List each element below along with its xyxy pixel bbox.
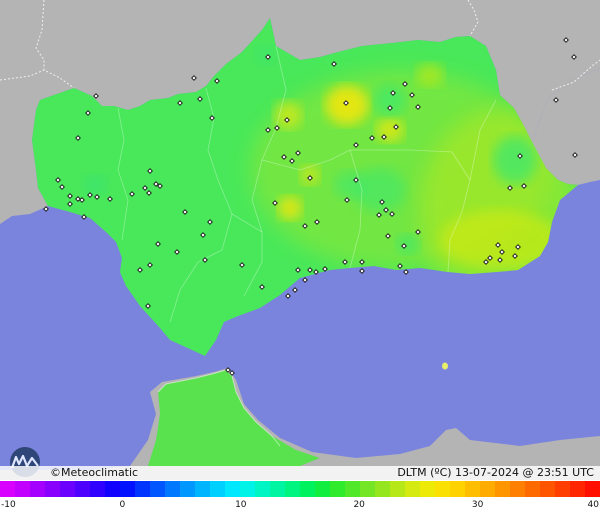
scale-color-cell [570, 481, 585, 497]
scale-color-cell [210, 481, 225, 497]
scale-tick-label: -10 [1, 500, 16, 510]
alboran-island [442, 362, 448, 370]
map-caption: DLTM (ºC) 13-07-2024 @ 23:51 UTC [397, 466, 594, 479]
scale-color-cell [465, 481, 480, 497]
scale-tick-label: 40 [587, 500, 599, 510]
scale-tick-label: 30 [471, 500, 484, 510]
scale-color-cell [270, 481, 285, 497]
scale-color-cell [225, 481, 240, 497]
scale-color-cell [195, 481, 210, 497]
scale-color-cell [405, 481, 420, 497]
scale-color-cell [180, 481, 195, 497]
temperature-scale-ticks: -10 0 10 20 30 40 [0, 498, 600, 516]
scale-color-cell [360, 481, 375, 497]
scale-color-cell [315, 481, 330, 497]
scale-color-cell [345, 481, 360, 497]
scale-tick-label: 10 [235, 500, 247, 510]
scale-color-cell [420, 481, 435, 497]
scale-color-cell [30, 481, 45, 497]
scale-color-cell [330, 481, 345, 497]
scale-color-cell [480, 481, 495, 497]
scale-color-cell [240, 481, 255, 497]
scale-color-cell [135, 481, 150, 497]
scale-color-cell [165, 481, 180, 497]
scale-color-cell [75, 481, 90, 497]
scale-color-cell [0, 481, 15, 497]
scale-color-cell [60, 481, 75, 497]
scale-color-cell [390, 481, 405, 497]
scale-color-cell [540, 481, 555, 497]
scale-color-cell [510, 481, 525, 497]
scale-color-cell [255, 481, 270, 497]
scale-color-cell [555, 481, 570, 497]
scale-color-cell [375, 481, 390, 497]
scale-color-cell [150, 481, 165, 497]
scale-color-cell [90, 481, 105, 497]
scale-color-cell [105, 481, 120, 497]
scale-color-cell [435, 481, 450, 497]
scale-color-cell [15, 481, 30, 497]
scale-tick-label: 0 [119, 500, 126, 510]
scale-tick-label: 20 [353, 500, 365, 510]
temperature-map: ©Meteoclimatic DLTM (ºC) 13-07-2024 @ 23… [0, 0, 600, 517]
scale-color-cell [285, 481, 300, 497]
scale-color-cell [120, 481, 135, 497]
copyright-credit: ©Meteoclimatic [50, 466, 139, 479]
map-footer: ©Meteoclimatic DLTM (ºC) 13-07-2024 @ 23… [0, 466, 600, 480]
scale-color-cell [495, 481, 510, 497]
scale-color-cell [45, 481, 60, 497]
temperature-color-scale [0, 481, 600, 497]
scale-color-cell [300, 481, 315, 497]
scale-color-cell [585, 481, 600, 497]
map-canvas [0, 0, 600, 480]
scale-color-cell [450, 481, 465, 497]
scale-color-cell [525, 481, 540, 497]
